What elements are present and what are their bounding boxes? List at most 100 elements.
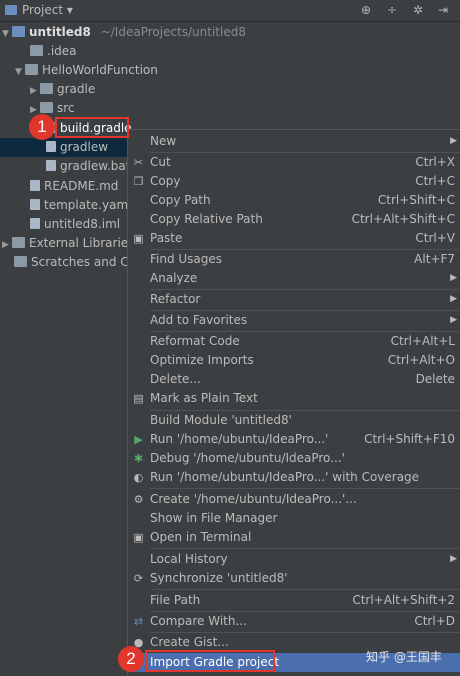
root-path: ~/IdeaProjects/untitled8	[100, 25, 246, 39]
file-icon	[46, 141, 56, 152]
menu-item-analyze[interactable]: Analyze ▶	[128, 269, 460, 288]
menu-item-delete[interactable]: Delete... Delete	[128, 370, 460, 389]
menu-separator	[150, 548, 460, 549]
menu-item-optimize-imports[interactable]: Optimize Imports Ctrl+Alt+O	[128, 351, 460, 370]
submenu-arrow-icon: ▶	[450, 315, 457, 325]
tree-item-label: gradlew	[60, 140, 109, 154]
tree-item-iml[interactable]: untitled8.iml	[30, 215, 120, 234]
callout-badge-1: 1	[29, 114, 55, 140]
menu-item-show-in-file-manager[interactable]: Show in File Manager	[128, 509, 460, 528]
submenu-arrow-icon: ▶	[450, 273, 457, 283]
menu-item-new[interactable]: New ▶	[128, 132, 460, 151]
menu-separator	[150, 488, 460, 489]
tree-item-gradle[interactable]: ▶ gradle	[30, 80, 95, 99]
menu-item-copy-path[interactable]: Copy Path Ctrl+Shift+C	[128, 191, 460, 210]
panel-title-label: Project	[22, 3, 64, 17]
chevron-down-icon[interactable]: ▼	[2, 25, 12, 44]
menu-item-label: Refactor	[150, 292, 201, 306]
menu-item-label: Delete...	[150, 372, 201, 386]
markdown-file-icon	[30, 180, 40, 191]
menu-item-label: Run '/home/ubuntu/IdeaPro...'	[150, 432, 329, 446]
menu-item-shortcut: Alt+F7	[414, 252, 455, 266]
menu-item-copy-relative-path[interactable]: Copy Relative Path Ctrl+Alt+Shift+C	[128, 210, 460, 229]
menu-item-find-usages[interactable]: Find Usages Alt+F7	[128, 250, 460, 269]
menu-item-shortcut: Ctrl+Shift+C	[377, 193, 455, 207]
menu-item-label: Create '/home/ubuntu/IdeaPro...'...	[150, 492, 357, 506]
folder-icon	[25, 64, 38, 75]
menu-item-mark-as-plain-text[interactable]: ▤ Mark as Plain Text	[128, 389, 460, 408]
menu-item-label: Reformat Code	[150, 334, 240, 348]
menu-item-local-history[interactable]: Local History ▶	[128, 550, 460, 569]
menu-item-label: Local History	[150, 552, 228, 566]
menu-item-label: Copy Path	[150, 193, 211, 207]
module-icon	[12, 26, 25, 37]
panel-title[interactable]: Project ▾	[22, 3, 73, 17]
highlight-box-build-gradle	[55, 117, 129, 138]
iml-file-icon	[30, 218, 40, 229]
tree-item-readme[interactable]: README.md	[30, 177, 118, 196]
menu-item-shortcut: Ctrl+Alt+O	[387, 353, 455, 367]
scissors-icon: ✂	[133, 156, 144, 169]
tree-item-label: Scratches and Co	[31, 255, 136, 269]
menu-item-label: Optimize Imports	[150, 353, 254, 367]
menu-item-label: Analyze	[150, 271, 198, 285]
tree-item-label: src	[57, 101, 75, 115]
menu-item-label: Paste	[150, 231, 183, 245]
collapse-all-icon[interactable]: ÷	[387, 3, 397, 17]
menu-item-shortcut: Ctrl+D	[414, 614, 455, 628]
menu-item-label: Show in File Manager	[150, 511, 278, 525]
tree-item-scratches[interactable]: Scratches and Co	[14, 253, 136, 272]
copy-icon: ❐	[133, 175, 144, 188]
tree-item-label: README.md	[44, 179, 119, 193]
menu-item-synchronize[interactable]: ⟳ Synchronize 'untitled8'	[128, 569, 460, 588]
menu-item-label: Find Usages	[150, 252, 223, 266]
tree-item-gradlew-bat[interactable]: gradlew.bat	[46, 157, 130, 176]
menu-item-paste[interactable]: ▣ Paste Ctrl+V	[128, 229, 460, 248]
menu-item-reformat-code[interactable]: Reformat Code Ctrl+Alt+L	[128, 332, 460, 351]
run-config-icon: ⚙	[133, 493, 144, 506]
menu-item-label: Build Module 'untitled8'	[150, 413, 292, 427]
menu-item-run[interactable]: ▶ Run '/home/ubuntu/IdeaPro...' Ctrl+Shift…	[128, 430, 460, 449]
menu-item-cut[interactable]: ✂ Cut Ctrl+X	[128, 153, 460, 172]
menu-item-shortcut: Ctrl+Alt+Shift+2	[352, 593, 455, 607]
menu-item-copy[interactable]: ❐ Copy Ctrl+C	[128, 172, 460, 191]
run-icon: ▶	[134, 433, 143, 446]
hide-icon[interactable]: ⇥	[438, 3, 448, 17]
tree-root[interactable]: ▼ untitled8 ~/IdeaProjects/untitled8	[2, 23, 246, 42]
folder-icon	[40, 102, 53, 113]
menu-item-label: Copy Relative Path	[150, 212, 263, 226]
menu-item-create-run-config[interactable]: ⚙ Create '/home/ubuntu/IdeaPro...'...	[128, 490, 460, 509]
tree-item-label: HelloWorldFunction	[42, 63, 158, 77]
menu-item-label: Copy	[150, 174, 181, 188]
chevron-down-icon[interactable]: ▼	[15, 63, 25, 82]
locate-icon[interactable]: ⊕	[361, 3, 371, 17]
chevron-right-icon[interactable]: ▶	[2, 236, 12, 255]
gear-icon[interactable]: ✲	[413, 3, 423, 17]
tree-item-external-libraries[interactable]: ▶ External Libraries	[2, 234, 134, 253]
scratches-icon	[14, 256, 27, 267]
menu-item-debug[interactable]: ✱ Debug '/home/ubuntu/IdeaPro...'	[128, 449, 460, 468]
tree-item-idea[interactable]: .idea	[30, 42, 77, 61]
menu-item-refactor[interactable]: Refactor ▶	[128, 290, 460, 309]
watermark: 知乎 @王国丰	[366, 650, 442, 664]
menu-item-compare-with[interactable]: ⇄ Compare With... Ctrl+D	[128, 612, 460, 631]
menu-item-add-to-favorites[interactable]: Add to Favorites ▶	[128, 311, 460, 330]
menu-item-label: Synchronize 'untitled8'	[150, 571, 288, 585]
menu-item-open-in-terminal[interactable]: ▣ Open in Terminal	[128, 528, 460, 547]
submenu-arrow-icon: ▶	[450, 294, 457, 304]
root-name: untitled8	[29, 25, 91, 39]
menu-item-run-with-coverage[interactable]: ◐ Run '/home/ubuntu/IdeaPro...' with Cove…	[128, 468, 460, 487]
coverage-icon: ◐	[133, 471, 144, 484]
file-icon	[46, 160, 56, 171]
tree-item-helloworld[interactable]: ▼ HelloWorldFunction	[15, 61, 158, 80]
menu-item-shortcut: Ctrl+Alt+L	[390, 334, 455, 348]
tree-item-gradlew[interactable]: gradlew	[46, 138, 108, 157]
tree-item-template[interactable]: template.yaml	[30, 196, 131, 215]
menu-item-label: Open in Terminal	[150, 530, 252, 544]
menu-item-file-path[interactable]: File Path Ctrl+Alt+Shift+2	[128, 591, 460, 610]
menu-item-label: New	[150, 134, 177, 148]
library-icon	[12, 237, 25, 248]
menu-item-build-module[interactable]: Build Module 'untitled8'	[128, 411, 460, 430]
menu-item-label: Add to Favorites	[150, 313, 248, 327]
tree-item-label: .idea	[47, 44, 77, 58]
